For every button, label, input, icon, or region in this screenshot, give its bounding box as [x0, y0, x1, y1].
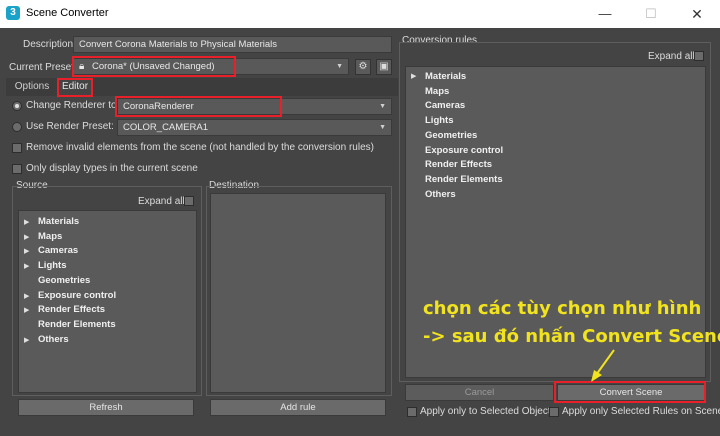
- apply-selected-rules-checkbox[interactable]: [549, 407, 559, 417]
- lock-icon: 🔒︎: [79, 61, 85, 72]
- rules-expand-all-label: Expand all: [648, 51, 695, 62]
- expand-arrow-icon[interactable]: ▶: [24, 262, 29, 270]
- use-render-preset-value: COLOR_CAMERA1: [123, 122, 208, 133]
- rule-item-render-effects[interactable]: Render Effects: [425, 159, 492, 170]
- rules-expand-all-checkbox[interactable]: [694, 51, 704, 61]
- rule-item-exposure-control[interactable]: Exposure control: [425, 145, 503, 156]
- rule-item-maps[interactable]: Maps: [425, 86, 449, 97]
- rule-item-geometries[interactable]: Geometries: [425, 130, 477, 141]
- close-button[interactable]: ✕: [674, 0, 720, 28]
- expand-arrow-icon[interactable]: ▶: [24, 247, 29, 255]
- expand-arrow-icon[interactable]: ▶: [411, 72, 416, 80]
- source-item-render-effects[interactable]: Render Effects: [38, 304, 105, 315]
- source-item-others[interactable]: Others: [38, 334, 69, 345]
- use-render-preset-dropdown[interactable]: COLOR_CAMERA1 ▼: [117, 119, 392, 136]
- expand-arrow-icon[interactable]: ▶: [24, 292, 29, 300]
- source-item-lights[interactable]: Lights: [38, 260, 67, 271]
- expand-arrow-icon[interactable]: ▶: [24, 218, 29, 226]
- source-item-geometries[interactable]: Geometries: [38, 275, 90, 286]
- change-renderer-value: CoronaRenderer: [123, 101, 194, 112]
- convert-scene-button[interactable]: Convert Scene: [557, 384, 705, 401]
- preset-settings-button[interactable]: ⚙: [355, 59, 371, 75]
- source-item-materials[interactable]: Materials: [38, 216, 79, 227]
- tab-options[interactable]: Options: [10, 78, 54, 96]
- chevron-down-icon: ▼: [379, 103, 386, 110]
- apply-selected-objects-label: Apply only to Selected Objects: [420, 406, 556, 417]
- current-preset-dropdown[interactable]: 🔒︎ Corona* (Unsaved Changed) ▼: [73, 58, 349, 75]
- rule-item-materials[interactable]: Materials: [425, 71, 466, 82]
- title-bar: 3 Scene Converter — ☐ ✕: [0, 0, 720, 28]
- rule-item-render-elements[interactable]: Render Elements: [425, 174, 503, 185]
- annotation-line-1: chọn các tùy chọn như hình: [423, 298, 702, 319]
- expand-arrow-icon[interactable]: ▶: [24, 233, 29, 241]
- window-title: Scene Converter: [26, 7, 109, 19]
- description-label: Description: [23, 39, 74, 50]
- cancel-button[interactable]: Cancel: [405, 384, 554, 401]
- rule-item-others[interactable]: Others: [425, 189, 456, 200]
- use-render-preset-radio[interactable]: [12, 122, 22, 132]
- source-item-render-elements[interactable]: Render Elements: [38, 319, 116, 330]
- add-rule-button[interactable]: Add rule: [210, 399, 386, 416]
- source-item-exposure-control[interactable]: Exposure control: [38, 290, 116, 301]
- chevron-down-icon: ▼: [336, 63, 343, 70]
- save-preset-button[interactable]: ▣: [376, 59, 392, 75]
- save-icon: ▣: [379, 61, 389, 72]
- gear-icon: ⚙: [358, 61, 368, 72]
- destination-list[interactable]: [210, 193, 386, 393]
- source-expand-all-label: Expand all: [138, 196, 185, 207]
- use-render-preset-label: Use Render Preset:: [26, 121, 114, 132]
- source-expand-all-checkbox[interactable]: [184, 196, 194, 206]
- remove-invalid-checkbox[interactable]: [12, 143, 22, 153]
- rule-item-cameras[interactable]: Cameras: [425, 100, 465, 111]
- minimize-button[interactable]: —: [582, 0, 628, 28]
- annotation-line-2: -> sau đó nhấn Convert Scene: [423, 326, 720, 347]
- source-item-cameras[interactable]: Cameras: [38, 245, 78, 256]
- maximize-button[interactable]: ☐: [628, 0, 674, 28]
- current-preset-label: Current Preset: [9, 62, 75, 73]
- tab-editor[interactable]: Editor: [58, 78, 92, 96]
- refresh-button[interactable]: Refresh: [18, 399, 194, 416]
- source-item-maps[interactable]: Maps: [38, 231, 62, 242]
- chevron-down-icon: ▼: [379, 124, 386, 131]
- change-renderer-radio[interactable]: [12, 101, 22, 111]
- change-renderer-label: Change Renderer to:: [26, 100, 120, 111]
- apply-selected-rules-label: Apply only Selected Rules on Scene: [562, 406, 720, 417]
- rule-item-lights[interactable]: Lights: [425, 115, 454, 126]
- change-renderer-dropdown[interactable]: CoronaRenderer ▼: [117, 98, 392, 115]
- app-icon: 3: [6, 6, 20, 20]
- remove-invalid-label: Remove invalid elements from the scene (…: [26, 142, 374, 153]
- annotation-arrow-icon: [591, 349, 615, 382]
- source-tree[interactable]: ▶ Materials ▶ Maps ▶ Cameras ▶ Lights Ge…: [18, 210, 197, 393]
- apply-selected-objects-checkbox[interactable]: [407, 407, 417, 417]
- expand-arrow-icon[interactable]: ▶: [24, 336, 29, 344]
- expand-arrow-icon[interactable]: ▶: [24, 306, 29, 314]
- current-preset-value: Corona* (Unsaved Changed): [92, 61, 215, 72]
- description-field[interactable]: Convert Corona Materials to Physical Mat…: [73, 36, 392, 53]
- only-display-label: Only display types in the current scene: [26, 163, 198, 174]
- only-display-checkbox[interactable]: [12, 164, 22, 174]
